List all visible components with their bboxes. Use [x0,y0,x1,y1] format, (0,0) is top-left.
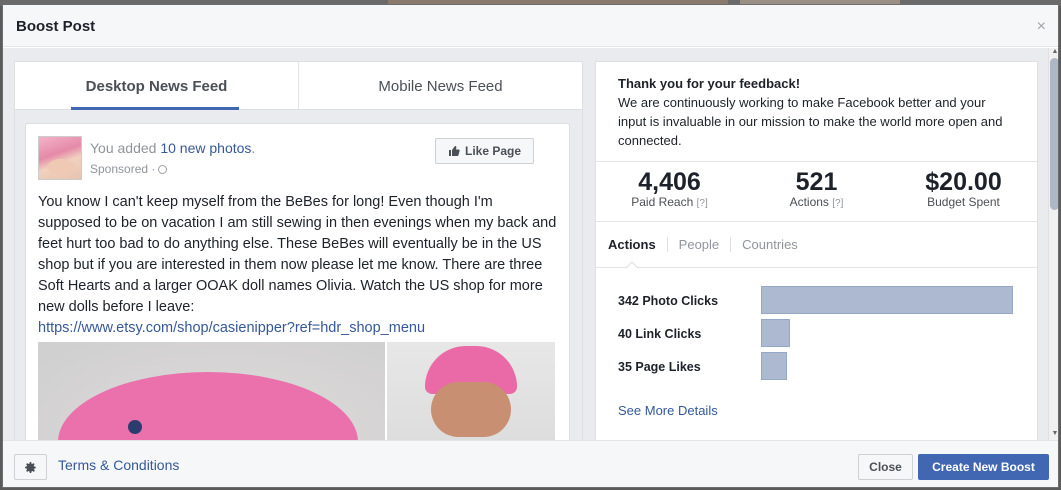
see-more-details-link[interactable]: See More Details [618,403,718,418]
like-page-label: Like Page [464,144,522,158]
thumbs-up-icon [448,146,460,156]
boost-results-panel: Thank you for your feedback! We are cont… [595,61,1038,440]
action-bar [761,352,787,380]
stat-value: 521 [795,168,838,196]
globe-icon [158,165,168,174]
page-avatar[interactable] [38,136,82,180]
tab-countries[interactable]: Countries [730,237,809,252]
dialog-header: Boost Post × [3,5,1058,47]
action-label: 342 Photo Clicks [618,294,719,308]
post-line-prefix: You added [90,140,161,156]
action-row-page-likes: 35 Page Likes [618,352,1018,380]
stat-paid-reach: 4,406 Paid Reach [?] [596,162,743,221]
post-url-link[interactable]: https://www.etsy.com/shop/casienipper?re… [38,320,425,336]
post-photo-secondary[interactable] [387,342,555,440]
dialog-scrollbar[interactable]: ▲ ▼ [1048,48,1058,440]
preview-tabs: Desktop News Feed Mobile News Feed [15,62,582,110]
feedback-message: Thank you for your feedback! We are cont… [596,62,1037,162]
sponsored-label: Sponsored · [90,162,168,176]
stat-actions: 521 Actions [?] [743,162,890,221]
action-label: 35 Page Likes [618,360,701,374]
tab-desktop-news-feed[interactable]: Desktop News Feed [15,62,298,110]
stat-label-text: Paid Reach [631,195,694,209]
active-tab-caret [626,261,638,268]
create-new-boost-button[interactable]: Create New Boost [918,454,1049,480]
stat-label-text: Budget Spent [927,195,1000,209]
stat-label: Paid Reach [?] [596,195,743,209]
feed-preview-area: You added 10 new photos. Sponsored · Lik… [15,110,582,440]
post-photo-main[interactable] [38,342,385,440]
post-card: You added 10 new photos. Sponsored · Lik… [25,123,570,440]
post-header-line: You added 10 new photos. [90,140,255,156]
action-row-link-clicks: 40 Link Clicks [618,319,1018,347]
actions-breakdown: 342 Photo Clicks 40 Link Clicks 35 Page … [596,268,1037,418]
action-label: 40 Link Clicks [618,327,702,341]
settings-button[interactable] [14,454,47,480]
post-line-suffix: . [251,140,256,156]
stat-value: $20.00 [925,168,1002,196]
tab-mobile-news-feed[interactable]: Mobile News Feed [298,62,582,109]
help-link[interactable]: [?] [832,198,843,209]
feedback-text: We are continuously working to make Face… [618,95,1003,148]
sponsored-text: Sponsored · [90,162,156,176]
close-button[interactable]: Close [858,454,913,480]
stat-value: 4,406 [638,168,701,196]
stat-budget-spent: $20.00 Budget Spent [890,162,1037,221]
new-photos-link[interactable]: 10 new photos [160,140,251,156]
action-row-photo-clicks: 342 Photo Clicks [618,286,1018,314]
action-bar [761,319,790,347]
action-bar [761,286,1013,314]
gear-icon [25,461,36,473]
scroll-up-arrow-icon[interactable]: ▲ [1051,48,1058,55]
feedback-title: Thank you for your feedback! [618,76,801,91]
boost-post-dialog: Boost Post × Desktop News Feed Mobile Ne… [2,4,1059,488]
stat-label: Budget Spent [890,195,1037,209]
close-icon[interactable]: × [1037,19,1046,35]
tab-actions[interactable]: Actions [608,237,667,252]
dialog-footer: Terms & Conditions Close Create New Boos… [3,440,1058,487]
dialog-body: Desktop News Feed Mobile News Feed You a… [3,48,1058,440]
stats-row: 4,406 Paid Reach [?] 521 Actions [?] $20… [596,162,1037,222]
like-page-button[interactable]: Like Page [435,138,534,164]
scrollbar-thumb[interactable] [1050,58,1058,210]
stat-label: Actions [?] [743,195,890,209]
help-link[interactable]: [?] [697,198,708,209]
stat-label-text: Actions [789,195,829,209]
post-body: You know I can't keep myself from the Be… [38,194,557,315]
scroll-down-arrow-icon[interactable]: ▼ [1051,430,1058,437]
terms-conditions-link[interactable]: Terms & Conditions [58,457,179,473]
dialog-title: Boost Post [16,18,96,35]
post-preview-panel: Desktop News Feed Mobile News Feed You a… [14,61,583,440]
post-text: You know I can't keep myself from the Be… [38,192,558,339]
tab-people[interactable]: People [666,237,730,252]
results-tabs: Actions People Countries [596,222,1037,268]
